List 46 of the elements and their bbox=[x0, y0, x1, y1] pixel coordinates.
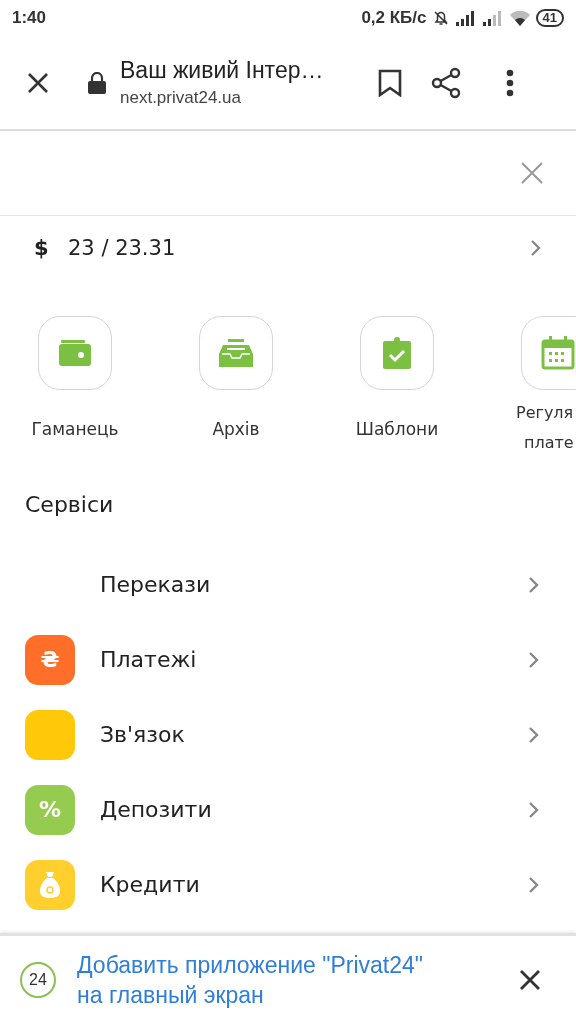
service-icon: % bbox=[25, 784, 75, 835]
close-icon[interactable] bbox=[519, 969, 541, 991]
close-icon[interactable] bbox=[26, 70, 50, 95]
section-title: Сервіси bbox=[25, 492, 115, 517]
quick-action-tile[interactable] bbox=[360, 316, 434, 390]
page-url: next.privat24.ua bbox=[120, 88, 242, 108]
mute-icon bbox=[431, 9, 450, 27]
network-speed: 0,2 КБ/с bbox=[361, 8, 427, 28]
service-icon: ₴ bbox=[25, 634, 75, 685]
chevron-right-icon bbox=[528, 650, 540, 669]
share-icon[interactable] bbox=[430, 66, 462, 99]
currency-sign: $ bbox=[34, 236, 50, 260]
signal-icon bbox=[481, 10, 504, 26]
quick-action-label: Архів bbox=[212, 418, 260, 441]
service-item[interactable]: % Депозити bbox=[0, 772, 576, 847]
tray-icon bbox=[219, 339, 253, 367]
quick-action-label: плате bbox=[523, 432, 574, 454]
service-item[interactable]: Зв'язок bbox=[0, 697, 576, 772]
calendar-icon bbox=[541, 336, 575, 370]
service-item[interactable]: Перекази bbox=[0, 547, 576, 622]
chevron-right-icon bbox=[528, 575, 540, 594]
quick-action-label: Гаманець bbox=[31, 418, 119, 441]
service-item[interactable]: ₴ Платежі bbox=[0, 622, 576, 697]
chevron-right-icon bbox=[528, 875, 540, 894]
quick-action-tile[interactable] bbox=[521, 316, 576, 390]
chevron-right-icon bbox=[528, 725, 540, 744]
page-title: Ваш живий Інтер… bbox=[120, 57, 325, 84]
chevron-right-icon[interactable] bbox=[530, 239, 542, 257]
app-badge: 24 bbox=[20, 962, 56, 998]
wifi-icon bbox=[508, 10, 531, 26]
more-icon[interactable] bbox=[506, 68, 514, 97]
clipboard-check-icon bbox=[383, 337, 411, 369]
wallet-icon bbox=[59, 340, 91, 366]
service-item[interactable]: Кредити bbox=[0, 847, 576, 922]
status-time: 1:40 bbox=[12, 8, 47, 28]
balance-amount: 23 / 23.31 bbox=[68, 236, 177, 260]
lock-icon bbox=[88, 71, 106, 94]
chevron-right-icon bbox=[528, 800, 540, 819]
quick-action-tile[interactable] bbox=[199, 316, 273, 390]
signal-icon bbox=[454, 10, 477, 26]
quick-action-tile[interactable] bbox=[38, 316, 112, 390]
quick-action-label: Регуля bbox=[516, 402, 574, 424]
quick-action-label: Шаблони bbox=[355, 418, 439, 441]
bookmark-icon[interactable] bbox=[378, 68, 402, 97]
battery-indicator: 41 bbox=[535, 9, 564, 27]
add-to-home-link[interactable]: Добавить приложение "Privat24" на главный экран bbox=[77, 950, 437, 1010]
